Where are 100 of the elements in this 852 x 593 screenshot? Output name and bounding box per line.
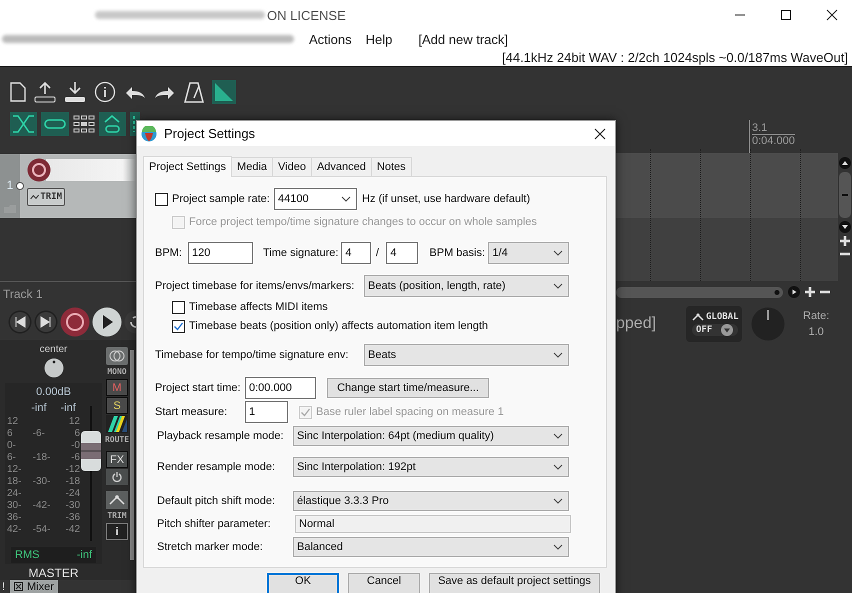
- chevron-down-icon: [553, 283, 563, 289]
- track-dot-icon: [16, 182, 24, 190]
- start-time-label: Project start time:: [155, 382, 242, 394]
- scale-label: -6-: [32, 426, 46, 441]
- scale-label: 12: [68, 416, 80, 428]
- zoom-in-icon[interactable]: [840, 236, 850, 246]
- solo-button[interactable]: S: [106, 397, 128, 414]
- play-icon[interactable]: [92, 306, 122, 337]
- download-icon[interactable]: [64, 81, 86, 103]
- trim-button[interactable]: TRIM: [27, 188, 65, 206]
- trim-label: TRIM: [107, 511, 127, 520]
- tab[interactable]: Notes: [370, 157, 412, 176]
- link-icon[interactable]: [41, 112, 69, 136]
- track-name: MASTER: [28, 566, 78, 580]
- setting-label: Stretch marker mode:: [157, 541, 264, 553]
- scale-label: -0: [71, 440, 80, 452]
- zoom-in-icon[interactable]: [805, 287, 815, 297]
- trim-envelope-icon[interactable]: [106, 491, 128, 509]
- window-title: ON LICENSE: [267, 8, 346, 22]
- scale-label: 42-: [7, 524, 22, 536]
- track-number: 1: [6, 178, 14, 192]
- pan-label: center: [40, 344, 68, 355]
- scroll-down-icon[interactable]: [839, 221, 851, 233]
- setting-label: Playback resample mode:: [157, 430, 285, 442]
- grid-icon[interactable]: [73, 114, 95, 134]
- skip-back-icon[interactable]: [8, 310, 32, 334]
- dialog-button[interactable]: Save as default project settings: [429, 573, 600, 593]
- checkbox-label: Force project tempo/time signature changes to occur on whole samples: [189, 216, 538, 228]
- chevron-down-icon: [553, 498, 563, 504]
- tempo-timebase-label: Timebase for tempo/time signature env:: [155, 349, 350, 361]
- dialog-button[interactable]: Cancel: [348, 573, 420, 593]
- chevron-down-icon: [341, 196, 351, 202]
- power-icon[interactable]: [106, 469, 128, 485]
- envelope-link-icon[interactable]: [99, 112, 126, 136]
- record-icon[interactable]: [60, 306, 90, 337]
- rate-label: Rate:: [803, 310, 830, 322]
- checkbox-label: Timebase affects MIDI items: [189, 301, 329, 313]
- peak-readout: -inf: [31, 402, 46, 414]
- bpm-basis-dropdown[interactable]: 1/4: [488, 242, 570, 264]
- mono-toggle-icon[interactable]: [106, 347, 128, 365]
- checkbox[interactable]: [172, 320, 185, 332]
- scale-label: -30-: [32, 474, 52, 489]
- metronome-icon[interactable]: [184, 81, 204, 103]
- status-text: pped]: [616, 315, 658, 333]
- tab[interactable]: Project Settings: [143, 156, 232, 177]
- crossfade-icon[interactable]: [10, 112, 37, 136]
- rate-value: 1.0: [808, 326, 824, 338]
- horizontal-scrollbar[interactable]: [616, 286, 783, 298]
- info-button[interactable]: i: [106, 523, 128, 540]
- close-box-icon[interactable]: [14, 582, 23, 591]
- new-file-icon[interactable]: [10, 82, 26, 102]
- bpm-field[interactable]: 120: [188, 242, 253, 264]
- automation-mode-button[interactable]: GLOBAL OFF: [686, 306, 742, 342]
- change-start-button[interactable]: Change start time/measure...: [327, 378, 489, 398]
- timebase-dropdown[interactable]: Beats (position, length, rate): [364, 275, 569, 297]
- menu-item[interactable]: [Add new track]: [418, 32, 508, 46]
- bpm-basis-label: BPM basis:: [429, 247, 486, 259]
- mixer-tab[interactable]: Mixer: [10, 580, 58, 593]
- start-measure-label: Start measure:: [155, 406, 228, 418]
- info-icon[interactable]: [94, 81, 116, 103]
- mode-dropdown[interactable]: élastique 3.3.3 Pro: [293, 491, 569, 511]
- bar-label: 3.1: [752, 122, 795, 135]
- scale-label: 12-: [7, 464, 22, 476]
- start-time-field[interactable]: 0:00.000: [245, 377, 316, 399]
- pan-knob[interactable]: [44, 358, 64, 378]
- volume-fader[interactable]: [80, 406, 102, 541]
- scale-label: -36: [66, 512, 80, 524]
- mode-dropdown[interactable]: Sinc Interpolation: 64pt (medium quality): [293, 426, 569, 446]
- sample-rate-dropdown[interactable]: 44100: [274, 188, 357, 210]
- scroll-up-icon[interactable]: [839, 157, 851, 169]
- fx-button[interactable]: FX: [106, 451, 128, 468]
- numerator-field[interactable]: 4: [341, 242, 372, 264]
- track-header[interactable]: 1 TRIM: [0, 154, 136, 218]
- denominator-field[interactable]: 4: [386, 242, 418, 264]
- mode-dropdown[interactable]: Balanced: [293, 537, 569, 557]
- envelope-icon: [30, 193, 40, 201]
- menu-item[interactable]: Actions: [309, 32, 352, 46]
- route-icon[interactable]: [106, 415, 128, 433]
- scale-label: 36-: [7, 512, 22, 524]
- menu-item[interactable]: Help: [366, 32, 392, 46]
- dialog-button[interactable]: OK: [267, 573, 339, 593]
- redo-icon[interactable]: [154, 84, 176, 100]
- close-icon[interactable]: [594, 128, 606, 140]
- close-icon[interactable]: [826, 9, 838, 21]
- mode-dropdown[interactable]: Sinc Interpolation: 192pt: [293, 457, 569, 477]
- checkbox[interactable]: [155, 192, 168, 206]
- scale-label: 30-: [7, 500, 22, 512]
- checkbox[interactable]: [172, 300, 185, 314]
- bpm-label: BPM:: [155, 247, 183, 259]
- time-signature-label: Time signature:: [263, 247, 340, 259]
- scale-label: -24: [66, 488, 80, 500]
- upload-icon[interactable]: [34, 81, 56, 103]
- play-icon[interactable]: [788, 286, 800, 298]
- maximize-icon[interactable]: [780, 9, 792, 21]
- checkbox-label: Project sample rate:: [172, 193, 271, 205]
- start-measure-field[interactable]: 1: [245, 401, 288, 423]
- tempo-timebase-dropdown[interactable]: Beats: [364, 344, 569, 366]
- record-arm-icon[interactable]: [27, 158, 51, 182]
- scroll-thumb[interactable]: [839, 172, 851, 218]
- skip-forward-icon[interactable]: [34, 310, 58, 334]
